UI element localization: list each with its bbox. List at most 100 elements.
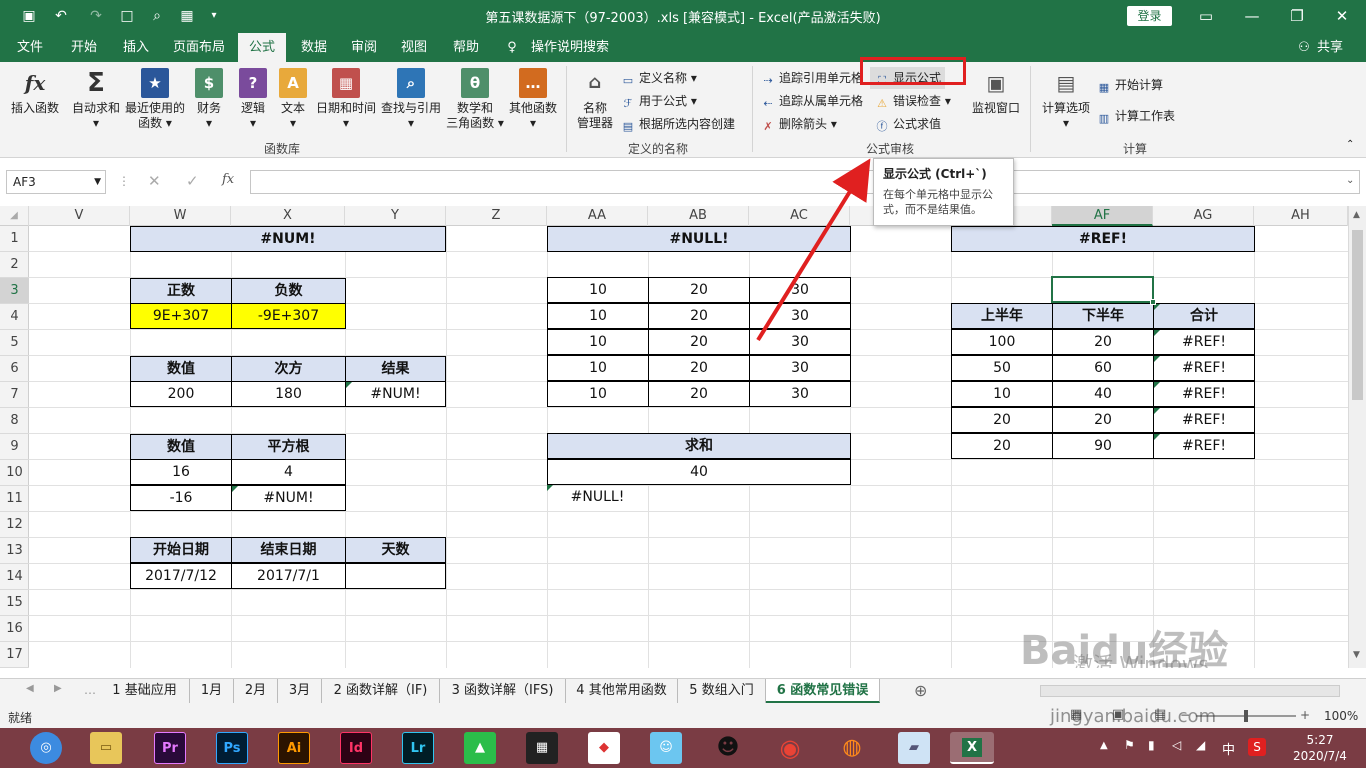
table-header[interactable]: 数值 bbox=[130, 356, 232, 382]
tab-view[interactable]: 视图 bbox=[392, 33, 436, 62]
close-icon[interactable]: ✕ bbox=[1322, 4, 1362, 28]
table-cell[interactable]: 30 bbox=[749, 303, 851, 329]
table-cell-error[interactable]: #REF! bbox=[1153, 407, 1255, 433]
sheet-tab[interactable]: 2 函数详解（IF) bbox=[322, 679, 440, 703]
sheet-tab[interactable]: 5 数组入门 bbox=[678, 679, 766, 703]
notepad-icon[interactable]: ▰ bbox=[898, 732, 930, 764]
video-editor-icon[interactable]: ▦ bbox=[526, 732, 558, 764]
row-header[interactable]: 1 bbox=[0, 226, 29, 252]
column-header[interactable]: W bbox=[130, 206, 231, 226]
column-header[interactable]: AG bbox=[1153, 206, 1254, 226]
sheet-tab[interactable]: 1月 bbox=[190, 679, 234, 703]
table-cell[interactable]: 20 bbox=[648, 381, 750, 407]
table-cell[interactable]: 20 bbox=[951, 407, 1053, 433]
tab-insert[interactable]: 插入 bbox=[114, 33, 158, 62]
table-title[interactable]: #NULL! bbox=[547, 226, 851, 252]
enter-icon[interactable]: ✓ bbox=[186, 172, 199, 190]
prev-sheet-icon[interactable]: ◀ bbox=[26, 683, 34, 694]
table-header[interactable]: 正数 bbox=[130, 278, 232, 304]
sheet-tab[interactable]: 3月 bbox=[278, 679, 322, 703]
remove-arrows-button[interactable]: ✗ 删除箭头 ▾ bbox=[760, 113, 836, 135]
row-header[interactable]: 9 bbox=[0, 434, 29, 460]
row-header[interactable]: 16 bbox=[0, 616, 29, 642]
table-cell-error[interactable]: #NUM! bbox=[231, 485, 346, 511]
table-cell[interactable]: 20 bbox=[1052, 329, 1154, 355]
tab-file[interactable]: 文件 bbox=[8, 33, 52, 62]
worksheet-grid[interactable]: #NUM! 正数 负数 9E+307 -9E+307 数值 次方 结果 200 … bbox=[29, 226, 1348, 668]
evaluate-formula-button[interactable]: ⓕ 公式求值 bbox=[874, 113, 942, 135]
table-title[interactable]: #REF! bbox=[951, 226, 1255, 252]
table-cell[interactable]: 10 bbox=[547, 381, 649, 407]
tab-help[interactable]: 帮助 bbox=[444, 33, 488, 62]
table-cell[interactable]: 20 bbox=[648, 277, 750, 303]
table-cell[interactable]: 10 bbox=[547, 303, 649, 329]
tab-home[interactable]: 开始 bbox=[62, 33, 106, 62]
table-cell[interactable] bbox=[345, 563, 446, 589]
active-cell-selection[interactable] bbox=[1051, 276, 1156, 305]
table-header[interactable]: 平方根 bbox=[231, 434, 346, 460]
green-app-icon[interactable]: ▲ bbox=[464, 732, 496, 764]
add-sheet-icon[interactable]: ⊕ bbox=[914, 681, 927, 700]
expand-formula-icon[interactable]: ⌄ bbox=[1346, 175, 1354, 186]
table-cell[interactable]: 2017/7/1 bbox=[231, 563, 346, 589]
table-cell[interactable]: 20 bbox=[951, 433, 1053, 459]
tab-data[interactable]: 数据 bbox=[292, 33, 336, 62]
table-cell[interactable]: 40 bbox=[1052, 381, 1154, 407]
row-header[interactable]: 10 bbox=[0, 460, 29, 486]
table-cell[interactable]: 2017/7/12 bbox=[130, 563, 232, 589]
tab-formulas[interactable]: 公式 bbox=[238, 33, 286, 62]
insert-function-button[interactable]: fx 插入函数 bbox=[6, 68, 64, 116]
insert-function-icon[interactable]: fx bbox=[222, 172, 234, 187]
row-header[interactable]: 13 bbox=[0, 538, 29, 564]
scroll-up-icon[interactable]: ▲ bbox=[1353, 210, 1360, 220]
table-cell[interactable]: -9E+307 bbox=[231, 303, 346, 329]
browser-icon[interactable]: ◍ bbox=[836, 732, 868, 764]
qq-icon[interactable]: ☻ bbox=[712, 732, 744, 764]
row-header[interactable]: 5 bbox=[0, 330, 29, 356]
calc-sheet-button[interactable]: ▥ 计算工作表 bbox=[1096, 105, 1175, 127]
column-header[interactable]: X bbox=[231, 206, 345, 226]
table-header[interactable]: 数值 bbox=[130, 434, 232, 460]
row-header-selected[interactable]: 3 bbox=[0, 278, 29, 304]
create-from-selection-button[interactable]: ▤ 根据所选内容创建 bbox=[620, 113, 735, 135]
table-cell-error[interactable]: #REF! bbox=[1153, 355, 1255, 381]
logical-button[interactable]: ? 逻辑 ▾ bbox=[234, 68, 272, 131]
table-cell[interactable]: 9E+307 bbox=[130, 303, 232, 329]
calc-now-button[interactable]: ▦ 开始计算 bbox=[1096, 74, 1163, 96]
table-cell[interactable]: 20 bbox=[1052, 407, 1154, 433]
row-header[interactable]: 11 bbox=[0, 486, 29, 512]
use-in-formula-button[interactable]: ℱ 用于公式 ▾ bbox=[620, 90, 697, 112]
table-header[interactable]: 天数 bbox=[345, 537, 446, 563]
mascot-app-icon[interactable]: ☺ bbox=[650, 732, 682, 764]
sheet-tab[interactable]: 4 其他常用函数 bbox=[566, 679, 678, 703]
watch-window-button[interactable]: ▣ 监视窗口 bbox=[968, 68, 1024, 116]
namebox-dropdown-icon[interactable]: ▼ bbox=[94, 171, 101, 193]
vertical-scrollbar[interactable]: ▲ ▼ bbox=[1348, 206, 1366, 668]
row-header[interactable]: 14 bbox=[0, 564, 29, 590]
row-header[interactable]: 4 bbox=[0, 304, 29, 330]
table-cell[interactable]: 30 bbox=[749, 355, 851, 381]
fill-handle[interactable] bbox=[1150, 299, 1156, 305]
calc-options-button[interactable]: ▤ 计算选项 ▾ bbox=[1036, 68, 1096, 131]
tray-speaker-icon[interactable]: ◁ bbox=[1172, 738, 1181, 752]
collapse-ribbon-icon[interactable]: ⌃ bbox=[1346, 134, 1354, 156]
tray-wifi-icon[interactable]: ◢ bbox=[1196, 738, 1205, 752]
table-cell[interactable]: 100 bbox=[951, 329, 1053, 355]
table-cell[interactable]: 20 bbox=[648, 329, 750, 355]
cancel-icon[interactable]: ✕ bbox=[148, 172, 161, 190]
trace-precedents-button[interactable]: ⇢ 追踪引用单元格 bbox=[760, 67, 863, 89]
lightroom-icon[interactable]: Lr bbox=[402, 732, 434, 764]
table-cell[interactable]: 4 bbox=[231, 459, 346, 485]
table-header[interactable]: 上半年 bbox=[951, 303, 1053, 329]
autosum-button[interactable]: Σ 自动求和 ▾ bbox=[68, 68, 124, 131]
row-header[interactable]: 2 bbox=[0, 252, 29, 278]
tab-page-layout[interactable]: 页面布局 bbox=[166, 33, 232, 62]
scroll-thumb[interactable] bbox=[1352, 230, 1363, 400]
column-header[interactable]: AC bbox=[749, 206, 850, 226]
lookup-button[interactable]: ⌕ 查找与引用 ▾ bbox=[380, 68, 442, 131]
row-header[interactable]: 8 bbox=[0, 408, 29, 434]
recently-used-button[interactable]: ★ 最近使用的 函数 ▾ bbox=[124, 68, 186, 131]
table-cell-error[interactable]: #REF! bbox=[1153, 433, 1255, 459]
table-header[interactable]: 下半年 bbox=[1052, 303, 1154, 329]
tray-battery-icon[interactable]: ▮ bbox=[1148, 738, 1155, 752]
